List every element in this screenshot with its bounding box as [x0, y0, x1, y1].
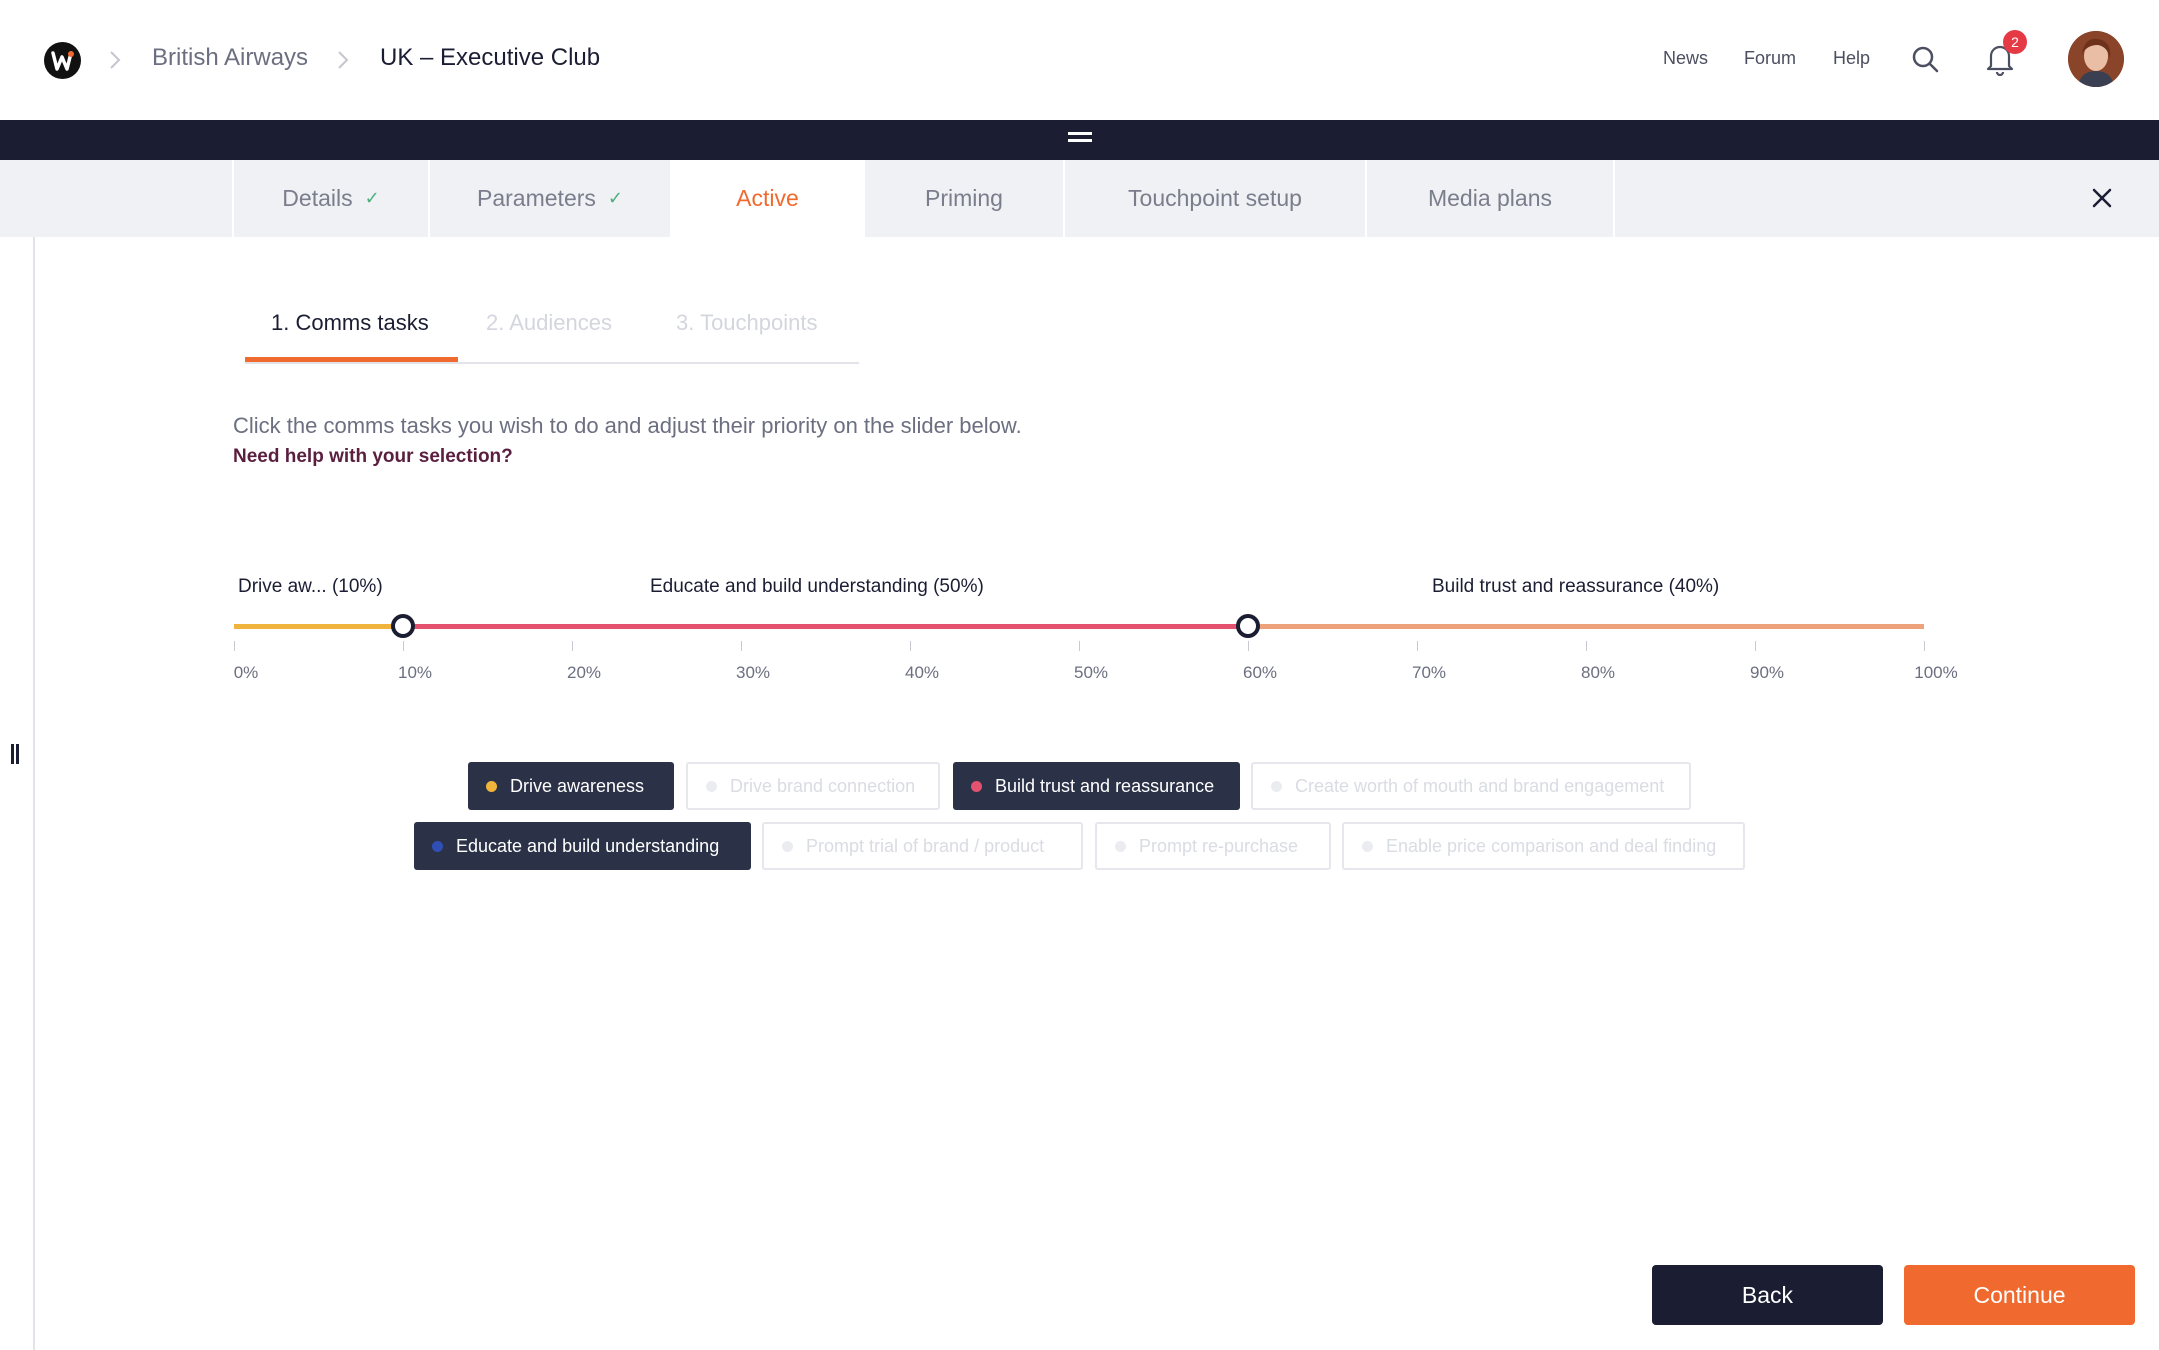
subtab-active-indicator — [245, 357, 458, 362]
color-dot-icon — [782, 840, 793, 852]
tab-details[interactable]: Details ✓ — [234, 160, 430, 237]
chip-label: Prompt trial of brand / product — [806, 835, 1045, 856]
slider-tick — [1924, 641, 1925, 651]
slider-tick — [1248, 641, 1249, 651]
slider-tick-label: 60% — [1242, 663, 1278, 682]
search-icon[interactable] — [1911, 45, 1939, 73]
tab-label: Media plans — [1427, 185, 1553, 211]
chip-label: Enable price comparison and deal finding — [1386, 835, 1717, 856]
slider-tick-label: 0% — [233, 663, 259, 682]
panel-resize-bar — [0, 120, 2159, 160]
slider-tick-label: 20% — [566, 663, 602, 682]
slider-tick-label: 70% — [1411, 663, 1447, 682]
slider-segment — [403, 624, 1248, 629]
tab-touchpoint-setup[interactable]: Touchpoint setup — [1065, 160, 1367, 237]
panel-grip-icon[interactable] — [11, 744, 21, 764]
tab-label: Touchpoint setup — [1128, 185, 1302, 211]
check-icon: ✓ — [364, 188, 380, 208]
breadcrumb-client[interactable]: British Airways — [152, 44, 308, 72]
notification-badge: 2 — [2003, 30, 2027, 54]
chip-enable-price-comparison[interactable]: Enable price comparison and deal finding — [1342, 822, 1745, 870]
nav-news[interactable]: News — [1663, 48, 1708, 69]
segment-label-educate: Educate and build understanding (50%) — [650, 576, 984, 597]
slider-tick — [1755, 641, 1756, 651]
chip-educate-understanding[interactable]: Educate and build understanding — [414, 822, 751, 870]
tab-label: Priming — [925, 185, 1003, 211]
instructions-text: Click the comms tasks you wish to do and… — [233, 413, 1022, 438]
top-header: British Airways UK – Executive Club News… — [0, 0, 2159, 120]
subtab-touchpoints[interactable]: 3. Touchpoints — [676, 310, 817, 336]
check-icon: ✓ — [607, 188, 623, 208]
tab-media-plans[interactable]: Media plans — [1367, 160, 1615, 237]
slider-tick — [403, 641, 404, 651]
chip-label: Drive awareness — [510, 775, 645, 796]
slider-tick-label: 90% — [1749, 663, 1785, 682]
slider-tick-label: 30% — [735, 663, 771, 682]
color-dot-icon — [432, 840, 443, 852]
back-button[interactable]: Back — [1652, 1265, 1883, 1325]
tab-active[interactable]: Active — [672, 160, 865, 237]
chip-drive-brand-connection[interactable]: Drive brand connection — [686, 762, 940, 810]
segment-label-build-trust: Build trust and reassurance (40%) — [1432, 576, 1720, 597]
slider-tick — [1079, 641, 1080, 651]
tab-label: Details — [282, 185, 353, 211]
chip-label: Drive brand connection — [730, 775, 916, 796]
chevron-right-icon — [110, 51, 121, 69]
chip-drive-awareness[interactable]: Drive awareness — [468, 762, 674, 810]
slider-tick-label: 10% — [397, 663, 433, 682]
slider-tick — [572, 641, 573, 651]
color-dot-icon — [486, 780, 497, 792]
tab-label: Parameters — [477, 185, 596, 211]
color-dot-icon — [1115, 840, 1126, 852]
left-panel-border — [33, 237, 35, 1350]
slider-tick-label: 80% — [1580, 663, 1616, 682]
chip-label: Build trust and reassurance — [995, 775, 1215, 796]
slider-tick — [1586, 641, 1587, 651]
subtab-comms-tasks[interactable]: 1. Comms tasks — [271, 310, 429, 336]
slider-segment — [234, 624, 403, 629]
chevron-right-icon — [338, 51, 349, 69]
slider-segment — [1248, 624, 1924, 629]
subtab-audiences[interactable]: 2. Audiences — [486, 310, 612, 336]
tab-parameters[interactable]: Parameters ✓ — [430, 160, 672, 237]
slider-tick-label: 40% — [904, 663, 940, 682]
tab-priming[interactable]: Priming — [865, 160, 1065, 237]
avatar[interactable] — [2068, 31, 2124, 87]
color-dot-icon — [971, 780, 982, 792]
tab-label: Active — [736, 185, 799, 211]
slider-tick-label: 50% — [1073, 663, 1109, 682]
drag-handle-icon[interactable] — [1068, 132, 1092, 148]
slider-tick — [741, 641, 742, 651]
slider-tick — [1417, 641, 1418, 651]
chip-prompt-repurchase[interactable]: Prompt re-purchase — [1095, 822, 1331, 870]
nav-help[interactable]: Help — [1833, 48, 1870, 69]
chip-prompt-trial[interactable]: Prompt trial of brand / product — [762, 822, 1083, 870]
slider-tick-label: 100% — [1914, 663, 1958, 682]
chip-label: Prompt re-purchase — [1139, 835, 1299, 856]
slider-tick — [234, 641, 235, 651]
close-icon[interactable] — [2090, 186, 2114, 210]
chip-label: Educate and build understanding — [456, 835, 720, 856]
slider-handle[interactable] — [391, 614, 415, 638]
slider-tick — [910, 641, 911, 651]
continue-button[interactable]: Continue — [1904, 1265, 2135, 1325]
color-dot-icon — [706, 780, 717, 792]
color-dot-icon — [1271, 780, 1282, 792]
breadcrumb-project: UK – Executive Club — [380, 44, 601, 71]
color-dot-icon — [1362, 840, 1373, 852]
tab-divider — [232, 160, 234, 237]
help-link[interactable]: Need help with your selection? — [233, 446, 513, 468]
nav-forum[interactable]: Forum — [1744, 48, 1796, 69]
slider-handle[interactable] — [1236, 614, 1260, 638]
segment-label-drive-awareness: Drive aw... (10%) — [238, 576, 383, 597]
sub-tabs: 1. Comms tasks 2. Audiences 3. Touchpoin… — [245, 300, 859, 364]
chip-build-trust[interactable]: Build trust and reassurance — [953, 762, 1240, 810]
chip-create-word-of-mouth[interactable]: Create worth of mouth and brand engageme… — [1251, 762, 1691, 810]
step-tabs: Details ✓ Parameters ✓ Active Priming To… — [0, 160, 2159, 237]
logo[interactable] — [44, 42, 81, 79]
chip-label: Create worth of mouth and brand engageme… — [1295, 775, 1665, 796]
